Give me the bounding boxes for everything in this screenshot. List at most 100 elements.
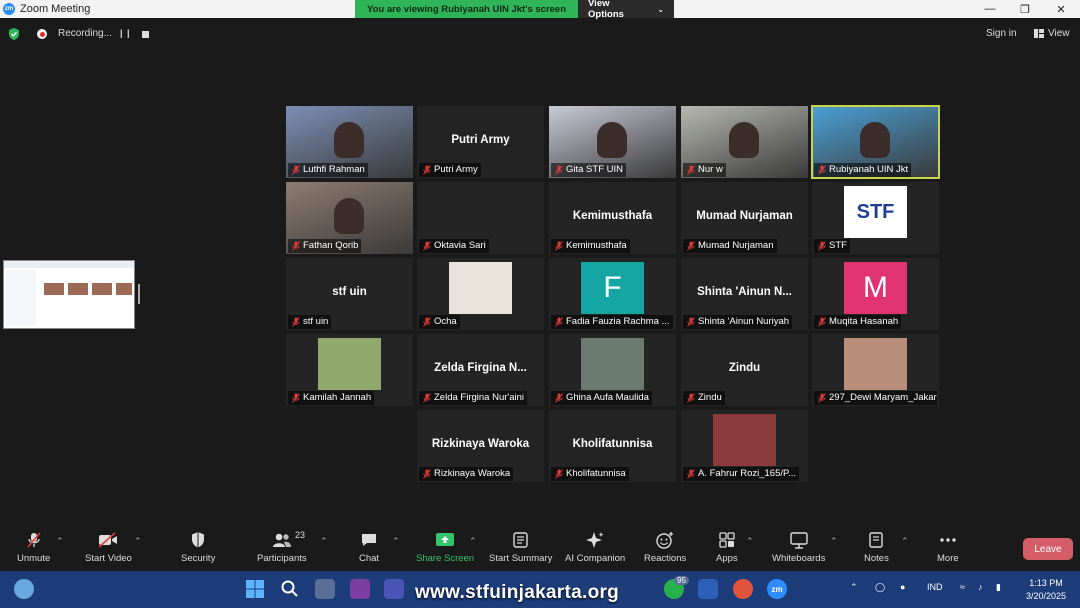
participant-name-label: Zelda Firgina Nur'aini [419,391,527,405]
muted-mic-icon [818,317,826,327]
participant-tile[interactable]: F Fadia Fauzia Rachma ... [549,258,676,330]
word-icon[interactable] [698,579,718,599]
participant-name: Ocha [434,316,457,327]
share-screen-label: Share Screen [416,553,475,564]
window-title: Zoom Meeting [20,3,91,15]
apps-button[interactable]: Apps [716,531,738,571]
muted-mic-icon [687,469,695,479]
unmute-button[interactable]: Unmute [17,531,50,571]
task-view-icon[interactable] [315,579,335,599]
share-screen-icon [436,533,455,546]
participant-tile[interactable]: Ghina Aufa Maulida [549,334,676,406]
wifi-icon[interactable]: ≈ [960,582,965,592]
participant-tile[interactable]: Zelda Firgina N... Zelda Firgina Nur'aini [417,334,544,406]
start-menu-icon[interactable] [245,579,265,599]
participant-tile[interactable]: Mumad Nurjaman Mumad Nurjaman [681,182,808,254]
muted-mic-icon [687,317,695,327]
audio-options-chevron-icon[interactable]: ⌃ [56,536,64,547]
participant-tile[interactable]: Oktavia Sari [417,182,544,254]
chrome-icon[interactable] [733,579,753,599]
start-video-button[interactable]: Start Video [85,531,132,571]
participant-tile[interactable]: Kemimusthafa Kemimusthafa [549,182,676,254]
muted-mic-icon [555,241,563,251]
restore-button[interactable]: ❐ [1010,0,1040,18]
participant-name-label: Putri Army [419,163,481,177]
participant-tile[interactable]: stf uin stf uin [286,258,413,330]
view-options-button[interactable]: View Options ⌄ [578,0,675,20]
participant-name-label: Zindu [683,391,725,405]
participant-tile[interactable]: Rizkinaya Waroka Rizkinaya Waroka [417,410,544,482]
show-hidden-icons-chevron-icon[interactable]: ⌃ [850,582,858,593]
participant-tile[interactable]: Shinta 'Ainun N... Shinta 'Ainun Nuriyah [681,258,808,330]
participant-tile[interactable]: Ocha [417,258,544,330]
notes-chevron-icon[interactable]: ⌃ [901,536,909,547]
participant-name-label: 297_Dewi Maryam_Jakar... [814,391,937,405]
whiteboards-chevron-icon[interactable]: ⌃ [830,536,838,547]
muted-mic-icon [555,469,563,479]
chat-chevron-icon[interactable]: ⌃ [392,536,400,547]
participants-chevron-icon[interactable]: ⌃ [320,536,328,547]
more-button[interactable]: More [937,531,959,571]
meeting-toolbar: Unmute ⌃ Start Video ⌃ Security Particip… [0,527,1080,571]
participant-video-feed [334,122,364,158]
ai-companion-button[interactable]: AI Companion [565,531,625,571]
encryption-shield-icon[interactable] [7,27,21,41]
participant-name-label: Rubiyanah UIN Jkt [814,163,912,177]
clock-date: 3/20/2025 [1025,591,1067,601]
participant-initial-avatar: M [844,262,907,314]
shared-screen-thumbnail[interactable] [3,260,135,329]
search-icon[interactable] [280,579,300,599]
participant-tile[interactable]: Luthfi Rahman [286,106,413,178]
weather-widget-icon[interactable] [14,579,34,599]
muted-mic-icon [423,241,431,251]
more-label: More [937,553,959,564]
thumbnail-drag-handle[interactable] [138,284,140,304]
sign-in-button[interactable]: Sign in [986,28,1017,39]
leave-button[interactable]: Leave [1023,538,1073,560]
video-options-chevron-icon[interactable]: ⌃ [134,536,142,547]
participant-tile[interactable]: Fathan Qorib [286,182,413,254]
participants-count: 23 [295,530,306,540]
participant-name: STF [829,240,847,251]
participant-tile[interactable]: Putri Army Putri Army [417,106,544,178]
participant-tile[interactable]: Kholifatunnisa Kholifatunnisa [549,410,676,482]
participant-tile[interactable]: Zindu Zindu [681,334,808,406]
participant-tile[interactable]: 297_Dewi Maryam_Jakar... [812,334,939,406]
notes-button[interactable]: Notes [864,531,889,571]
chat-button[interactable]: Chat [359,531,379,571]
share-screen-chevron-icon[interactable]: ⌃ [469,536,477,547]
volume-icon[interactable]: ♪ [978,582,983,592]
network-off-icon[interactable]: ◯ [875,582,885,593]
teams-icon[interactable] [384,579,404,599]
language-indicator[interactable]: IND [927,582,943,592]
start-video-label: Start Video [85,553,132,564]
system-clock[interactable]: 1:13 PM 3/20/2025 [1020,577,1072,603]
microphone-icon[interactable]: ● [900,582,905,592]
reactions-button[interactable]: Reactions [644,531,686,571]
zoom-taskbar-icon[interactable]: zm [767,579,787,599]
apps-chevron-icon[interactable]: ⌃ [746,536,754,547]
whiteboards-button[interactable]: Whiteboards [772,531,825,571]
muted-mic-icon [687,165,695,175]
participants-icon [272,533,291,547]
battery-icon[interactable]: ▮ [996,582,1001,593]
app-icon[interactable] [350,579,370,599]
participant-name-label: Nur w [683,163,726,177]
participant-tile[interactable]: STF STF [812,182,939,254]
stop-recording-button[interactable] [142,31,149,38]
participant-tile[interactable]: A. Fahrur Rozi_165/P... [681,410,808,482]
participant-tile[interactable]: Gita STF UIN [549,106,676,178]
participant-initial-avatar: F [581,262,644,314]
view-button[interactable]: View [1034,28,1070,39]
start-summary-button[interactable]: Start Summary [489,531,552,571]
share-screen-button[interactable]: Share Screen [416,531,474,571]
minimize-button[interactable]: — [975,0,1005,18]
participant-tile[interactable]: M Muqita Hasanah [812,258,939,330]
close-window-button[interactable]: ✕ [1046,0,1076,18]
security-button[interactable]: Security [181,531,215,571]
participant-tile[interactable]: Kamilah Jannah [286,334,413,406]
muted-mic-icon [818,165,826,175]
participant-tile[interactable]: Rubiyanah UIN Jkt [811,105,940,179]
pause-recording-button[interactable]: | | [120,28,131,38]
participant-tile[interactable]: Nur w [681,106,808,178]
